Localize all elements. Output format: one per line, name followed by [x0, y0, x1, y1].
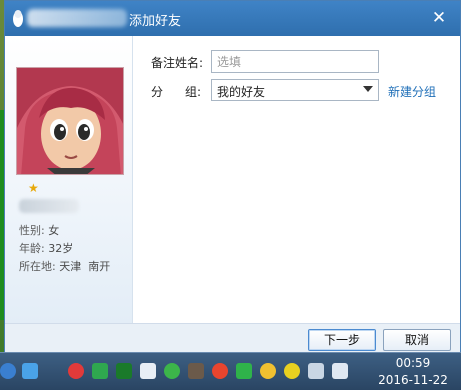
box-icon[interactable] — [22, 363, 38, 379]
clock-date: 2016-11-22 — [378, 373, 448, 387]
taskbar: 00:59 2016-11-22 — [0, 352, 461, 390]
location-label: 所在地: — [19, 260, 56, 273]
new-group-link[interactable]: 新建分组 — [388, 83, 436, 100]
group-select-value: 我的好友 — [217, 85, 266, 99]
person-icon[interactable] — [188, 363, 204, 379]
group-label-part-a: 分 — [151, 85, 164, 99]
window-title: 添加好友 — [129, 14, 182, 29]
volume-icon[interactable] — [332, 363, 348, 379]
age-value: 32岁 — [48, 242, 74, 255]
security-icon[interactable] — [68, 363, 84, 379]
shield-icon[interactable] — [92, 363, 108, 379]
remark-label: 备注姓名: — [151, 56, 204, 70]
gender-label: 性别: — [19, 224, 45, 237]
clock[interactable]: 00:59 2016-11-22 — [373, 356, 453, 388]
avatar[interactable] — [16, 67, 124, 175]
update-icon[interactable] — [164, 363, 180, 379]
gender-row: 性别: 女 — [19, 222, 59, 238]
group-select[interactable]: 我的好友 — [211, 79, 379, 101]
group-label-part-b: 组: — [185, 85, 202, 99]
close-icon: ✕ — [431, 8, 447, 28]
remark-input[interactable] — [211, 50, 379, 73]
next-button[interactable]: 下一步 — [308, 329, 376, 351]
close-button[interactable]: ✕ — [428, 7, 450, 29]
qq-penguin-icon — [13, 10, 23, 27]
add-friend-dialog: 添加好友 ✕ ★ 性别: 女 年龄: 32岁 所在地: 天津 南开 备注姓名: … — [4, 0, 461, 353]
star-icon: ★ — [28, 181, 39, 195]
plus-icon[interactable] — [284, 363, 300, 379]
blurred-nickname — [19, 199, 79, 213]
dropdown-arrow-icon — [363, 86, 373, 92]
browser-icon[interactable] — [0, 363, 16, 379]
wechat-icon[interactable] — [236, 363, 252, 379]
location-value: 天津 南开 — [59, 260, 111, 273]
blurred-title-region — [27, 9, 127, 27]
group-label: 分 组: — [151, 83, 201, 100]
age-label: 年龄: — [19, 242, 45, 255]
age-row: 年龄: 32岁 — [19, 240, 73, 256]
monitor-icon[interactable] — [116, 363, 132, 379]
bird-icon[interactable] — [140, 363, 156, 379]
profile-panel: ★ 性别: 女 年龄: 32岁 所在地: 天津 南开 — [5, 36, 133, 323]
location-row: 所在地: 天津 南开 — [19, 258, 110, 274]
music-icon[interactable] — [212, 363, 228, 379]
avatar-image — [17, 68, 123, 174]
dialog-footer: 下一步 取消 — [5, 323, 460, 353]
qq-icon[interactable] — [260, 363, 276, 379]
cancel-button[interactable]: 取消 — [383, 329, 451, 351]
gender-value: 女 — [48, 224, 60, 237]
clock-time: 00:59 — [395, 356, 431, 370]
title-bar[interactable]: 添加好友 ✕ — [5, 1, 460, 36]
network-icon[interactable] — [308, 363, 324, 379]
